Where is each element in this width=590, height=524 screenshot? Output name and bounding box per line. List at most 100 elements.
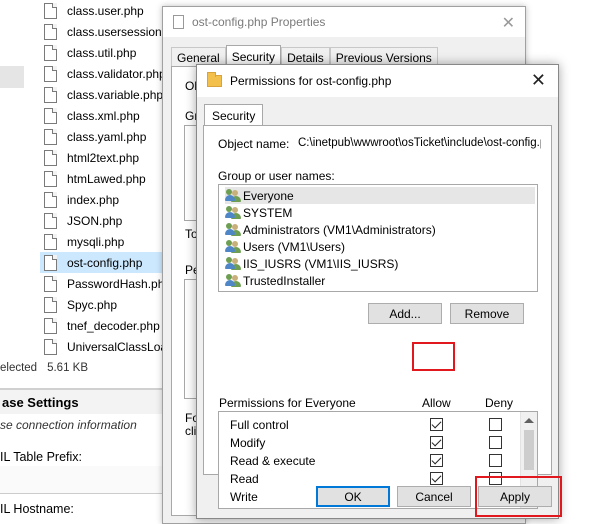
file-list-item[interactable]: PasswordHash.php xyxy=(44,273,170,294)
users-group-icon xyxy=(225,206,241,219)
properties-title: ost-config.php Properties xyxy=(192,15,326,29)
hostname-label: IL Hostname: xyxy=(0,502,74,516)
permissions-security-panel: Object name: C:\inetpub\wwwroot\osTicket… xyxy=(203,125,552,509)
allow-checkbox[interactable] xyxy=(430,418,443,431)
allow-checkbox[interactable] xyxy=(430,454,443,467)
group-name: Users (VM1\Users) xyxy=(243,239,346,254)
permissions-title: Permissions for ost-config.php xyxy=(230,74,392,88)
file-name: mysqli.php xyxy=(67,234,125,249)
file-list-item[interactable]: mysqli.php xyxy=(44,231,170,252)
tab-security[interactable]: Security xyxy=(204,104,264,126)
navigation-pane-highlight xyxy=(0,66,24,88)
permissions-for-label: Permissions for Everyone xyxy=(219,396,356,410)
file-name: JSON.php xyxy=(67,213,123,228)
file-list-item[interactable]: tnef_decoder.php xyxy=(44,315,170,336)
group-list-item[interactable]: Everyone xyxy=(225,187,535,204)
file-name: class.yaml.php xyxy=(67,129,147,144)
table-prefix-field[interactable] xyxy=(0,466,165,494)
file-list-item[interactable]: htmLawed.php xyxy=(44,168,170,189)
allow-checkbox[interactable] xyxy=(430,436,443,449)
group-name: TrustedInstaller xyxy=(243,273,326,288)
web-section-subtitle: se connection information xyxy=(0,418,137,432)
php-file-icon xyxy=(44,233,57,250)
php-file-icon xyxy=(44,338,57,355)
close-icon[interactable]: ✕ xyxy=(531,70,546,91)
file-name: Spyc.php xyxy=(67,297,118,312)
file-icon xyxy=(173,15,184,29)
php-file-icon xyxy=(44,128,57,145)
deny-checkbox[interactable] xyxy=(489,454,502,467)
group-list-item[interactable]: Administrators (VM1\Administrators) xyxy=(225,221,535,238)
permission-row: Full control xyxy=(219,416,519,434)
remove-button[interactable]: Remove xyxy=(450,303,524,324)
scrollbar-thumb[interactable] xyxy=(524,430,534,470)
php-file-icon xyxy=(44,170,57,187)
object-name-value: C:\inetpub\wwwroot\osTicket\include\ost-… xyxy=(298,137,541,149)
status-selected-text: elected xyxy=(0,362,38,374)
file-list-item[interactable]: class.variable.php xyxy=(44,84,170,105)
folder-icon xyxy=(207,72,222,87)
file-list-item[interactable]: UniversalClassLoader.php xyxy=(44,336,170,357)
group-name: Administrators (VM1\Administrators) xyxy=(243,222,436,237)
file-list-item[interactable]: class.user.php xyxy=(44,0,170,21)
group-name: SYSTEM xyxy=(243,205,293,220)
cancel-button[interactable]: Cancel xyxy=(397,486,471,507)
permission-row: Read & execute xyxy=(219,452,519,470)
group-list-item[interactable]: TrustedInstaller xyxy=(225,272,535,289)
php-file-icon xyxy=(44,275,57,292)
add-button[interactable]: Add... xyxy=(368,303,442,324)
file-name: index.php xyxy=(67,192,120,207)
status-file-size: 5.61 KB xyxy=(47,362,89,374)
permissions-dialog: Permissions for ost-config.php ✕ Securit… xyxy=(196,64,559,519)
deny-column-header: Deny xyxy=(485,396,514,410)
file-list-item[interactable]: class.util.php xyxy=(44,42,170,63)
file-name: class.util.php xyxy=(67,45,137,60)
scroll-up-arrow-icon[interactable] xyxy=(524,418,534,423)
php-file-icon xyxy=(44,149,57,166)
file-name: class.validator.php xyxy=(67,66,166,81)
close-icon[interactable]: ✕ xyxy=(502,13,515,33)
permission-name: Read xyxy=(230,472,259,486)
users-group-icon xyxy=(225,223,241,236)
file-list-item[interactable]: class.usersession.php xyxy=(44,21,170,42)
file-list-item[interactable]: JSON.php xyxy=(44,210,170,231)
file-list-item[interactable]: html2text.php xyxy=(44,147,170,168)
users-group-icon xyxy=(225,240,241,253)
file-list-item[interactable]: class.yaml.php xyxy=(44,126,170,147)
group-name: Everyone xyxy=(243,188,294,203)
permission-name: Write xyxy=(230,490,258,504)
file-list-item[interactable]: ost-config.php xyxy=(40,252,170,273)
permission-name: Read & execute xyxy=(230,454,316,468)
allow-column-header: Allow xyxy=(422,396,451,410)
file-list-item[interactable]: class.xml.php xyxy=(44,105,170,126)
file-name: class.variable.php xyxy=(67,87,164,102)
php-file-icon xyxy=(44,212,57,229)
group-name: IIS_IUSRS (VM1\IIS_IUSRS) xyxy=(243,256,399,271)
permission-name: Full control xyxy=(230,418,289,432)
group-list-item[interactable]: Users (VM1\Users) xyxy=(225,238,535,255)
deny-checkbox[interactable] xyxy=(489,436,502,449)
web-section-title: ase Settings xyxy=(0,388,165,414)
properties-title-bar: ost-config.php Properties xyxy=(163,7,525,37)
php-file-icon xyxy=(44,191,57,208)
users-group-icon xyxy=(225,189,241,202)
ok-button[interactable]: OK xyxy=(316,486,390,507)
file-name: htmLawed.php xyxy=(67,171,146,186)
full-control-allow-highlight xyxy=(412,342,455,371)
php-file-icon xyxy=(44,2,57,19)
file-name: tnef_decoder.php xyxy=(67,318,160,333)
table-prefix-label: IL Table Prefix: xyxy=(0,450,82,464)
permission-name: Modify xyxy=(230,436,266,450)
file-name: html2text.php xyxy=(67,150,140,165)
file-list-item[interactable]: Spyc.php xyxy=(44,294,170,315)
group-user-list[interactable]: Everyone SYSTEM Administrators (VM1\Admini… xyxy=(218,184,538,292)
permission-row: Modify xyxy=(219,434,519,452)
allow-checkbox[interactable] xyxy=(430,472,443,485)
group-list-item[interactable]: IIS_IUSRS (VM1\IIS_IUSRS) xyxy=(225,255,535,272)
php-file-icon xyxy=(44,44,57,61)
deny-checkbox[interactable] xyxy=(489,418,502,431)
file-list-item[interactable]: index.php xyxy=(44,189,170,210)
group-list-item[interactable]: SYSTEM xyxy=(225,204,535,221)
php-file-icon xyxy=(44,107,57,124)
file-list-item[interactable]: class.validator.php xyxy=(44,63,170,84)
